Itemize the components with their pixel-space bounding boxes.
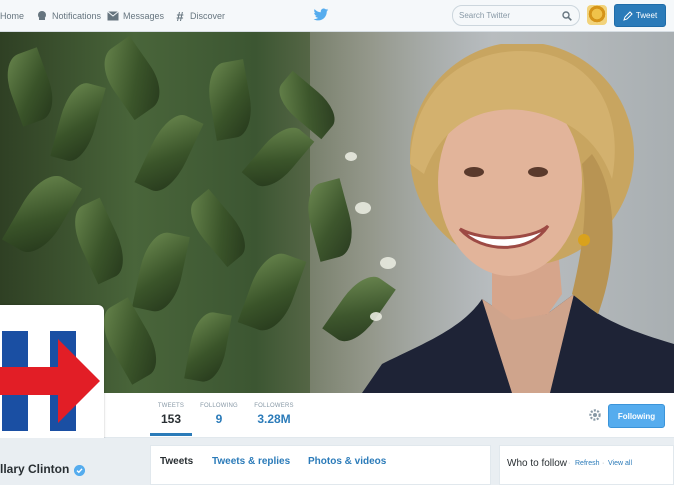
nav-home-label: Home bbox=[0, 11, 25, 21]
timeline-tabs: Tweets Tweets & replies Photos & videos bbox=[150, 445, 491, 485]
verified-icon bbox=[74, 465, 85, 476]
search-icon[interactable] bbox=[562, 11, 572, 21]
who-to-follow-separator: · bbox=[568, 460, 571, 467]
stat-tweets[interactable]: TWEETS 153 bbox=[151, 403, 191, 426]
tab-photos-and-videos[interactable]: Photos & videos bbox=[308, 456, 386, 467]
who-to-follow-separator-2: · bbox=[602, 460, 605, 467]
view-all-link[interactable]: View all bbox=[608, 460, 632, 467]
stat-followers-value: 3.28M bbox=[257, 412, 291, 426]
tweet-button[interactable]: Tweet bbox=[614, 4, 666, 27]
nav-messages-label: Messages bbox=[123, 11, 165, 21]
following-button[interactable]: Following bbox=[608, 404, 665, 428]
profile-name[interactable]: llary Clinton bbox=[0, 462, 69, 476]
twitter-bird-icon[interactable] bbox=[313, 8, 329, 22]
top-nav-bar: Home Notifications Messages # Discover S… bbox=[0, 0, 674, 32]
nav-discover-label: Discover bbox=[190, 11, 226, 21]
gear-icon[interactable] bbox=[588, 408, 602, 422]
tab-tweets-and-replies[interactable]: Tweets & replies bbox=[212, 456, 290, 467]
discover-icon: # bbox=[176, 8, 184, 24]
stat-followers[interactable]: FOLLOWERS 3.28M bbox=[252, 403, 296, 426]
active-stat-underline bbox=[150, 433, 192, 436]
compose-tweet-icon bbox=[623, 10, 633, 21]
cover-portrait bbox=[362, 44, 674, 393]
nav-notifications[interactable]: Notifications bbox=[36, 0, 101, 32]
who-to-follow-title: Who to follow bbox=[507, 458, 568, 469]
stat-followers-label: FOLLOWERS bbox=[254, 403, 294, 409]
tab-tweets[interactable]: Tweets bbox=[160, 456, 193, 467]
profile-avatar[interactable] bbox=[0, 305, 104, 456]
who-to-follow-card: Who to follow · Refresh · View all bbox=[499, 445, 674, 485]
stat-following-value: 9 bbox=[215, 412, 223, 426]
stat-tweets-label: TWEETS bbox=[157, 403, 185, 409]
search-input[interactable]: Search Twitter bbox=[452, 5, 580, 26]
refresh-link[interactable]: Refresh bbox=[575, 460, 600, 467]
tweet-button-label: Tweet bbox=[635, 11, 658, 20]
nav-discover[interactable]: # Discover bbox=[174, 0, 225, 32]
campaign-logo bbox=[0, 331, 100, 431]
nav-messages[interactable]: Messages bbox=[107, 0, 164, 32]
stat-following[interactable]: FOLLOWING 9 bbox=[199, 403, 239, 426]
messages-icon bbox=[107, 10, 119, 22]
notifications-icon bbox=[36, 10, 48, 22]
nav-home[interactable]: Home bbox=[0, 0, 24, 32]
stat-tweets-value: 153 bbox=[160, 412, 182, 426]
nav-notifications-label: Notifications bbox=[52, 11, 102, 21]
user-avatar[interactable] bbox=[587, 5, 607, 25]
stat-following-label: FOLLOWING bbox=[200, 403, 238, 409]
search-placeholder: Search Twitter bbox=[459, 11, 510, 20]
twitter-profile-page: Home Notifications Messages # Discover S… bbox=[0, 0, 674, 485]
